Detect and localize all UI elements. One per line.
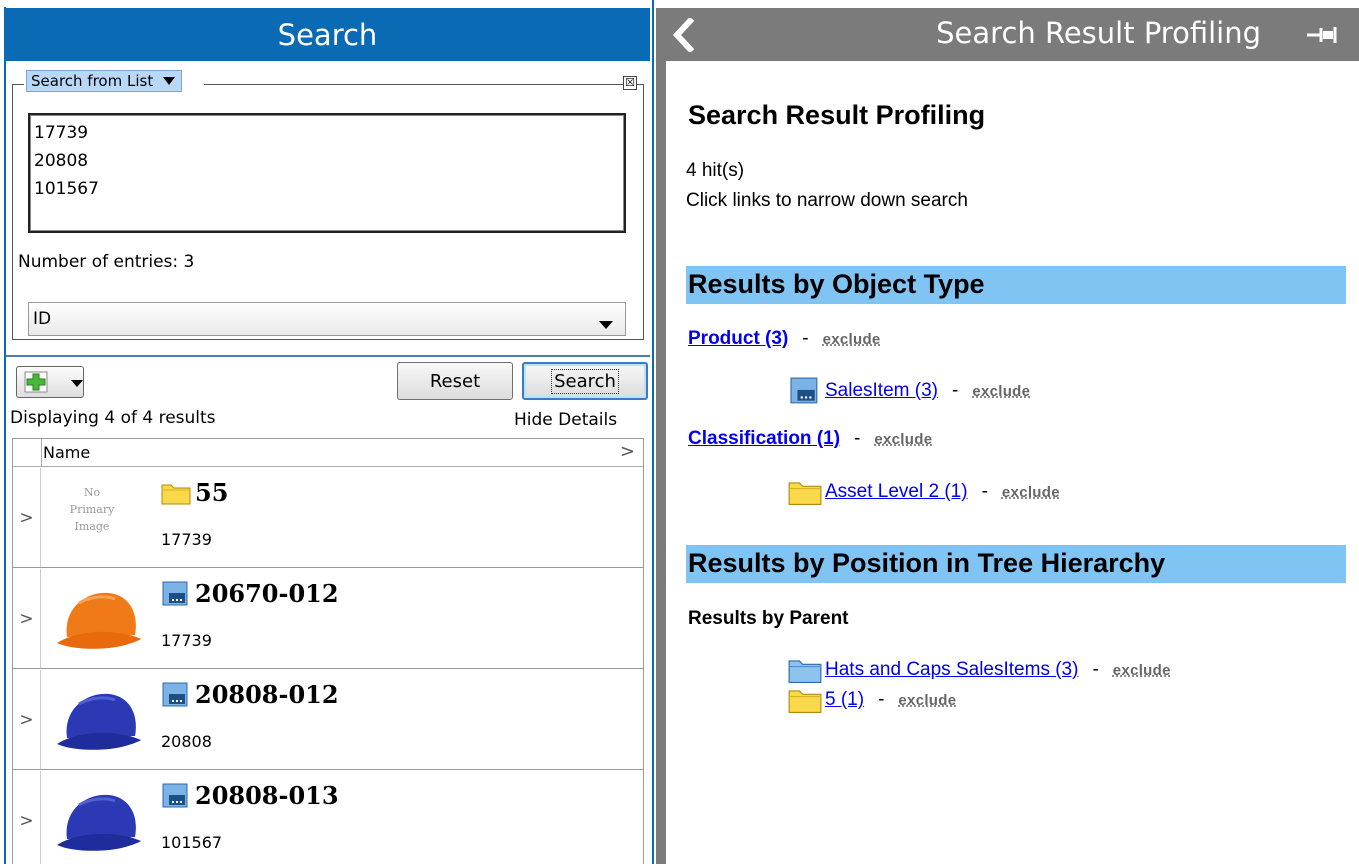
exclude-link[interactable]: exclude xyxy=(823,331,881,348)
salesitem-icon xyxy=(162,783,188,807)
salesitem-icon xyxy=(162,581,188,605)
results-by-parent-heading: Results by Parent xyxy=(688,608,849,629)
expand-row-icon[interactable]: > xyxy=(13,569,41,668)
row-id: 17739 xyxy=(161,530,212,549)
table-row[interactable]: > 20808-012 20808 xyxy=(13,670,643,770)
chevron-down-icon xyxy=(599,321,613,329)
page-title: Search Result Profiling xyxy=(688,100,986,130)
row-id: 17739 xyxy=(161,631,212,650)
folder-icon xyxy=(788,482,822,506)
section-tree-hierarchy: Results by Position in Tree Hierarchy xyxy=(686,545,1346,583)
entry-count-label: Number of entries: 3 xyxy=(18,252,195,272)
facet-link[interactable]: SalesItem (3) xyxy=(825,380,938,402)
top-strip xyxy=(656,0,1359,8)
exclude-link[interactable]: exclude xyxy=(972,383,1030,400)
section-object-type: Results by Object Type xyxy=(686,266,1346,304)
facet-classification: Classification (1) - exclude xyxy=(688,428,933,449)
back-chevron-icon[interactable] xyxy=(670,18,696,52)
id-attribute-select[interactable]: ID xyxy=(28,302,626,336)
name-column-header[interactable]: Name xyxy=(43,443,90,462)
chevron-down-icon xyxy=(163,77,176,85)
facet-link[interactable]: Asset Level 2 (1) xyxy=(825,481,968,503)
panel-divider xyxy=(6,355,650,357)
facet-link[interactable]: Product (3) xyxy=(688,328,788,349)
blue-cap-image xyxy=(57,693,142,754)
search-list-textarea[interactable]: 17739 20808 101567 xyxy=(28,113,626,233)
search-button-label: Search xyxy=(551,368,619,394)
expand-row-icon[interactable]: > xyxy=(13,468,41,567)
results-grid: Name > > No Primary Image 55 17739 > 206… xyxy=(12,438,644,864)
facet-asset-level: Asset Level 2 (1) - exclude xyxy=(788,478,1060,506)
grid-header: Name > xyxy=(13,439,643,467)
exclude-link[interactable]: exclude xyxy=(898,692,956,709)
hit-count: 4 hit(s) xyxy=(686,160,745,181)
profiling-header-title: Search Result Profiling xyxy=(936,16,1261,50)
search-panel-title: Search xyxy=(277,17,378,52)
entry-line: 20808 xyxy=(34,151,89,171)
add-button[interactable] xyxy=(16,366,84,398)
add-plus-icon xyxy=(24,371,48,393)
expand-row-icon[interactable]: > xyxy=(13,771,41,864)
no-primary-image-placeholder: No Primary Image xyxy=(69,486,115,533)
hide-details-link[interactable]: Hide Details xyxy=(514,410,617,430)
row-name: 20808-012 xyxy=(161,680,339,709)
result-count-text: Displaying 4 of 4 results xyxy=(10,408,216,428)
search-mode-dropdown[interactable]: Search from List xyxy=(26,70,183,92)
salesitem-icon xyxy=(162,682,188,706)
salesitem-icon xyxy=(790,377,818,404)
more-columns-button[interactable]: > xyxy=(620,441,635,462)
entry-line: 17739 xyxy=(34,123,89,143)
chevron-down-icon xyxy=(71,380,83,387)
expand-row-icon[interactable]: > xyxy=(13,670,41,769)
row-id: 20808 xyxy=(161,732,212,751)
reset-button[interactable]: Reset xyxy=(397,362,513,400)
row-id: 101567 xyxy=(161,833,223,852)
row-name: 20808-013 xyxy=(161,781,339,810)
panel-splitter[interactable] xyxy=(656,0,666,864)
table-row[interactable]: > No Primary Image 55 17739 xyxy=(13,468,643,568)
search-panel-header: Search xyxy=(5,8,650,61)
table-row[interactable]: > 20670-012 17739 xyxy=(13,569,643,669)
folder-icon xyxy=(788,690,822,714)
close-icon[interactable]: ☒ xyxy=(623,76,637,90)
facet-link[interactable]: 5 (1) xyxy=(825,689,864,711)
blue-cap-image xyxy=(57,794,142,855)
exclude-link[interactable]: exclude xyxy=(1002,484,1060,501)
table-row[interactable]: > 20808-013 101567 xyxy=(13,771,643,864)
search-mode-label: Search from List xyxy=(31,72,154,90)
facet-salesitem: SalesItem (3) - exclude xyxy=(788,377,1030,405)
column-separator xyxy=(41,439,42,467)
folder-icon xyxy=(161,484,191,504)
facet-product: Product (3) - exclude xyxy=(688,328,881,349)
row-name: 55 xyxy=(161,478,228,507)
exclude-link[interactable]: exclude xyxy=(874,431,932,448)
instructions-text: Click links to narrow down search xyxy=(686,190,968,211)
row-name: 20670-012 xyxy=(161,579,339,608)
reset-button-label: Reset xyxy=(429,370,481,392)
facet-link[interactable]: Hats and Caps SalesItems (3) xyxy=(825,659,1078,681)
facet-parent-5: 5 (1) - exclude xyxy=(788,686,956,714)
facet-link[interactable]: Classification (1) xyxy=(688,428,840,449)
blue-folder-icon xyxy=(788,660,822,684)
pin-icon[interactable] xyxy=(1305,22,1341,48)
exclude-link[interactable]: exclude xyxy=(1113,662,1171,679)
orange-cap-image xyxy=(57,592,142,653)
search-button[interactable]: Search xyxy=(522,362,648,400)
entry-line: 101567 xyxy=(34,179,99,199)
facet-parent-hats: Hats and Caps SalesItems (3) - exclude xyxy=(788,656,1171,684)
profiling-panel-header: Search Result Profiling xyxy=(666,8,1359,61)
id-select-value: ID xyxy=(33,309,52,329)
